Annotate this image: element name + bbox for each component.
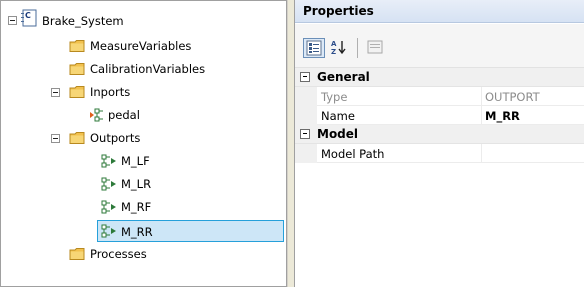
property-row-type[interactable]: Type OUTPORT xyxy=(295,87,584,106)
collapse-toggle-model[interactable] xyxy=(300,129,310,139)
chip-root-icon: C xyxy=(21,9,39,27)
category-model[interactable]: Model xyxy=(295,125,584,144)
tree-node-label: pedal xyxy=(108,107,140,122)
alphabetical-button[interactable]: A Z xyxy=(329,38,351,58)
svg-text:C: C xyxy=(25,11,31,20)
property-value[interactable]: M_RR xyxy=(485,109,520,123)
property-grid: General Type OUTPORT Name M_RR Model Mod… xyxy=(295,68,584,163)
property-name: Type xyxy=(321,90,348,104)
tree-node-m-lf[interactable]: M_LF xyxy=(121,151,150,170)
outport-icon xyxy=(101,224,117,238)
tree-node-label: Brake_System xyxy=(42,13,124,28)
collapse-toggle-inports[interactable] xyxy=(51,88,60,97)
row-gutter xyxy=(295,87,317,106)
project-tree[interactable]: C Brake_System MeasureVariables Calibrat… xyxy=(0,0,287,287)
toolbar-separator xyxy=(357,38,358,58)
property-row-name[interactable]: Name M_RR xyxy=(295,106,584,125)
property-name: Name xyxy=(321,109,355,123)
folder-icon xyxy=(69,85,86,99)
row-gutter xyxy=(295,106,317,125)
folder-icon xyxy=(69,131,86,145)
collapse-toggle-general[interactable] xyxy=(300,72,310,82)
categorized-icon xyxy=(304,40,324,60)
property-value: OUTPORT xyxy=(485,90,540,104)
collapse-toggle-outports[interactable] xyxy=(51,134,60,143)
svg-text:Z: Z xyxy=(331,48,336,56)
properties-toolbar: A Z xyxy=(295,24,584,68)
tree-node-root[interactable]: Brake_System xyxy=(42,11,124,30)
sort-az-icon: A Z xyxy=(329,40,349,59)
outport-icon xyxy=(101,177,117,191)
tree-node-inports[interactable]: Inports xyxy=(90,82,130,101)
tree-node-label: M_LR xyxy=(121,176,152,191)
properties-panel: Properties A Z General Type OUTPORT Name… xyxy=(294,0,584,287)
property-pages-icon xyxy=(365,40,385,59)
properties-title: Properties xyxy=(295,0,584,23)
tree-node-m-lr[interactable]: M_LR xyxy=(121,174,151,193)
row-gutter xyxy=(295,144,317,163)
property-name: Model Path xyxy=(321,147,385,161)
svg-text:A: A xyxy=(331,40,337,48)
tree-node-label: M_RR xyxy=(121,224,153,239)
folder-icon xyxy=(69,247,86,261)
property-pages-button[interactable] xyxy=(365,38,387,58)
tree-node-calibration-variables[interactable]: CalibrationVariables xyxy=(90,59,205,78)
tree-node-processes[interactable]: Processes xyxy=(90,244,147,263)
inport-icon xyxy=(89,108,105,122)
tree-node-outports[interactable]: Outports xyxy=(90,128,140,147)
collapse-toggle-root[interactable] xyxy=(8,16,17,25)
tree-node-measure-variables[interactable]: MeasureVariables xyxy=(90,36,191,55)
tree-node-label: Outports xyxy=(90,130,141,145)
tree-node-label: Inports xyxy=(90,84,131,99)
tree-node-label: CalibrationVariables xyxy=(90,61,206,76)
tree-node-label: M_LF xyxy=(121,153,150,168)
panel-splitter[interactable] xyxy=(287,0,294,287)
tree-node-m-rr[interactable]: M_RR xyxy=(121,222,153,241)
property-row-model-path[interactable]: Model Path xyxy=(295,144,584,163)
folder-icon xyxy=(69,39,86,53)
column-divider xyxy=(481,144,482,163)
tree-node-pedal[interactable]: pedal xyxy=(108,105,140,124)
tree-node-label: MeasureVariables xyxy=(90,38,192,53)
folder-icon xyxy=(69,62,86,76)
column-divider xyxy=(481,87,482,106)
categorized-button[interactable] xyxy=(303,38,325,58)
category-label: Model xyxy=(317,127,359,141)
outport-icon xyxy=(101,154,117,168)
column-divider xyxy=(481,106,482,125)
tree-node-m-rf[interactable]: M_RF xyxy=(121,197,151,216)
category-general[interactable]: General xyxy=(295,68,584,87)
tree-node-label: Processes xyxy=(90,246,147,261)
outport-icon xyxy=(101,200,117,214)
tree-node-label: M_RF xyxy=(121,199,152,214)
category-label: General xyxy=(317,70,370,84)
